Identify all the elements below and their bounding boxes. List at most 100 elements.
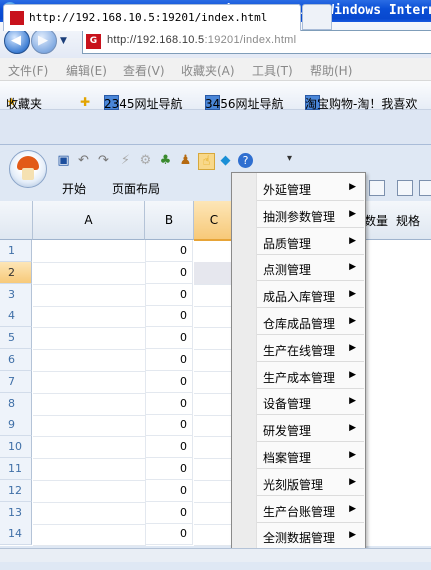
menu-view[interactable]: 查看(V) bbox=[123, 62, 165, 79]
cell-b[interactable]: 0 bbox=[145, 240, 193, 262]
menu-tools[interactable]: 工具(T) bbox=[252, 62, 293, 79]
cell-c[interactable] bbox=[194, 502, 232, 525]
menu-edit[interactable]: 编辑(E) bbox=[66, 62, 107, 79]
cell-c[interactable] bbox=[194, 371, 232, 394]
cell-c[interactable] bbox=[194, 458, 232, 481]
forward-button[interactable]: ▶ bbox=[31, 28, 57, 54]
save-icon[interactable]: ▣ bbox=[56, 153, 71, 168]
redo-icon[interactable]: ↷ bbox=[96, 153, 111, 168]
menu-favorites[interactable]: 收藏夹(A) bbox=[181, 62, 235, 79]
cell-b[interactable]: 0 bbox=[145, 262, 193, 284]
cell-a[interactable] bbox=[33, 262, 146, 285]
cell-a[interactable] bbox=[33, 414, 146, 437]
menu-item[interactable]: 生产台账管理 ▶ bbox=[257, 497, 364, 523]
menu-item[interactable]: 抽测参数管理 ▶ bbox=[257, 202, 364, 228]
cell-c[interactable] bbox=[194, 436, 232, 459]
cell-a[interactable] bbox=[33, 480, 146, 503]
cell-b[interactable]: 0 bbox=[145, 349, 193, 371]
column-header-quantity[interactable]: 数量 bbox=[364, 212, 388, 229]
lightning-icon[interactable]: ⚡ bbox=[118, 153, 133, 168]
cell-c[interactable] bbox=[194, 240, 232, 263]
cell-c[interactable] bbox=[194, 349, 232, 372]
row-header[interactable]: 4 bbox=[0, 305, 32, 327]
menu-item[interactable]: 外延管理 ▶ bbox=[257, 175, 364, 201]
cell-b[interactable]: 0 bbox=[145, 414, 193, 436]
tree-view-icon[interactable] bbox=[419, 180, 431, 196]
horizontal-scrollbar[interactable] bbox=[0, 548, 431, 563]
cell-a[interactable] bbox=[33, 523, 146, 546]
cell-a[interactable] bbox=[33, 305, 146, 328]
app-logo-button[interactable] bbox=[9, 150, 47, 188]
hand-icon[interactable]: ☝ bbox=[198, 153, 215, 170]
select-all-corner[interactable] bbox=[0, 201, 33, 240]
row-header[interactable]: 12 bbox=[0, 480, 32, 502]
row-header[interactable]: 5 bbox=[0, 327, 32, 349]
cell-c[interactable] bbox=[194, 393, 232, 416]
cell-a[interactable] bbox=[33, 284, 146, 307]
cell-b[interactable]: 0 bbox=[145, 284, 193, 306]
row-header[interactable]: 11 bbox=[0, 458, 32, 480]
ribbon-tab-page-layout[interactable]: 页面布局 bbox=[112, 180, 160, 197]
help-icon[interactable]: ? bbox=[238, 153, 253, 168]
diamond-icon[interactable]: ◆ bbox=[218, 153, 233, 168]
cell-c[interactable] bbox=[194, 327, 232, 350]
tree-icon[interactable]: ♣ bbox=[158, 153, 173, 168]
cell-a[interactable] bbox=[33, 349, 146, 372]
menu-item[interactable]: 生产成本管理 ▶ bbox=[257, 363, 364, 389]
column-header-b[interactable]: B bbox=[145, 201, 194, 240]
menu-help[interactable]: 帮助(H) bbox=[310, 62, 352, 79]
cell-a[interactable] bbox=[33, 502, 146, 525]
gear-icon[interactable]: ⚙ bbox=[138, 153, 153, 168]
people-icon[interactable]: ♟ bbox=[178, 153, 193, 168]
row-header[interactable]: 13 bbox=[0, 502, 32, 524]
row-header[interactable]: 9 bbox=[0, 414, 32, 436]
cell-c[interactable] bbox=[194, 414, 232, 437]
undo-icon[interactable]: ↶ bbox=[76, 153, 91, 168]
column-header-spec[interactable]: 规格 bbox=[396, 212, 420, 229]
customize-toolbar-icon[interactable]: ▾ bbox=[287, 153, 292, 164]
cell-a[interactable] bbox=[33, 240, 146, 263]
grid-icon[interactable] bbox=[369, 180, 385, 196]
cell-b[interactable]: 0 bbox=[145, 393, 193, 415]
new-tab-button[interactable] bbox=[302, 4, 332, 30]
column-header-c[interactable]: C bbox=[194, 201, 235, 241]
menu-item[interactable]: 设备管理 ▶ bbox=[257, 389, 364, 415]
ribbon-tab-start[interactable]: 开始 bbox=[62, 180, 86, 197]
menu-item[interactable]: 点测管理 ▶ bbox=[257, 255, 364, 281]
menu-item[interactable]: 研发管理 ▶ bbox=[257, 416, 364, 442]
cell-a[interactable] bbox=[33, 327, 146, 350]
cell-b[interactable]: 0 bbox=[145, 458, 193, 480]
cell-a[interactable] bbox=[33, 393, 146, 416]
cell-b[interactable]: 0 bbox=[145, 305, 193, 327]
cell-b[interactable]: 0 bbox=[145, 523, 193, 545]
menu-item[interactable]: 光刻版管理 ▶ bbox=[257, 470, 364, 496]
row-header[interactable]: 1 bbox=[0, 240, 32, 262]
menu-item[interactable]: 品质管理 ▶ bbox=[257, 229, 364, 255]
menu-item[interactable]: 成品入库管理 ▶ bbox=[257, 282, 364, 308]
menu-item[interactable]: 档案管理 ▶ bbox=[257, 443, 364, 469]
row-header[interactable]: 6 bbox=[0, 349, 32, 371]
cell-c[interactable] bbox=[194, 480, 232, 503]
cell-b[interactable]: 0 bbox=[145, 480, 193, 502]
cell-b[interactable]: 0 bbox=[145, 371, 193, 393]
cell-c[interactable] bbox=[194, 305, 232, 328]
menu-file[interactable]: 文件(F) bbox=[8, 62, 48, 79]
menu-item[interactable]: 仓库成品管理 ▶ bbox=[257, 309, 364, 335]
row-header[interactable]: 2 bbox=[0, 262, 32, 284]
cell-b[interactable]: 0 bbox=[145, 436, 193, 458]
menu-item[interactable]: 全测数据管理 ▶ bbox=[257, 523, 364, 549]
column-header-a[interactable]: A bbox=[33, 201, 145, 240]
cell-a[interactable] bbox=[33, 371, 146, 394]
cell-c[interactable] bbox=[194, 284, 232, 307]
cell-a[interactable] bbox=[33, 458, 146, 481]
recent-pages-dropdown-icon[interactable]: ▼ bbox=[60, 36, 67, 46]
browser-tab-active[interactable]: http://192.168.10.5:19201/index.html bbox=[3, 4, 301, 31]
cell-c[interactable] bbox=[194, 523, 232, 546]
address-field[interactable]: G http://192.168.10.5:19201/index.html bbox=[82, 30, 431, 54]
row-header[interactable]: 10 bbox=[0, 436, 32, 458]
cell-a[interactable] bbox=[33, 436, 146, 459]
row-header[interactable]: 3 bbox=[0, 284, 32, 306]
back-button[interactable]: ◀ bbox=[4, 28, 30, 54]
menu-item[interactable]: 生产在线管理 ▶ bbox=[257, 336, 364, 362]
cell-c[interactable] bbox=[194, 262, 232, 285]
